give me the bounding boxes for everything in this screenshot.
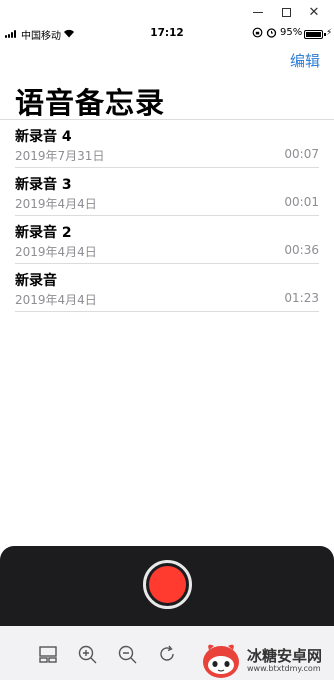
recording-duration: 01:23 bbox=[284, 291, 319, 305]
recordings-list: 新录音 4 2019年7月31日 00:07 新录音 3 2019年4月4日 0… bbox=[0, 120, 334, 312]
recording-date: 2019年4月4日 bbox=[15, 293, 97, 307]
recording-title: 新录音 3 bbox=[15, 177, 72, 193]
recording-duration: 00:36 bbox=[284, 243, 319, 257]
maximize-button[interactable] bbox=[276, 2, 296, 22]
maximize-icon bbox=[281, 7, 291, 17]
charging-icon: ⚡ bbox=[326, 28, 333, 38]
watermark-url: www.btxtdmy.com bbox=[247, 664, 321, 673]
record-icon bbox=[149, 566, 186, 603]
alarm-icon bbox=[266, 27, 277, 41]
recording-title: 新录音 bbox=[15, 273, 57, 289]
recording-date: 2019年7月31日 bbox=[15, 149, 105, 163]
recording-title: 新录音 4 bbox=[15, 129, 72, 145]
recording-row[interactable]: 新录音 3 2019年4月4日 00:01 bbox=[15, 168, 319, 216]
battery-icon bbox=[304, 30, 323, 39]
recording-date: 2019年4月4日 bbox=[15, 197, 97, 211]
battery-percent: 95% bbox=[280, 27, 303, 38]
zoom-out-icon[interactable] bbox=[116, 643, 138, 665]
record-button[interactable] bbox=[143, 560, 192, 609]
page-title: 语音备忘录 bbox=[15, 86, 166, 120]
minimize-button[interactable] bbox=[248, 2, 268, 22]
status-bar: 中国移动 17:12 95% ⚡ bbox=[0, 24, 334, 44]
recording-row[interactable]: 新录音 2019年4月4日 01:23 bbox=[15, 264, 319, 312]
record-panel bbox=[0, 546, 334, 626]
close-button[interactable]: ✕ bbox=[304, 2, 324, 22]
edit-button[interactable]: 编辑 bbox=[290, 50, 320, 71]
minimize-icon bbox=[253, 11, 263, 13]
recording-duration: 00:01 bbox=[284, 195, 319, 209]
zoom-in-icon[interactable] bbox=[76, 643, 98, 665]
layout-icon[interactable] bbox=[37, 643, 59, 665]
recording-title: 新录音 2 bbox=[15, 225, 72, 241]
recording-row[interactable]: 新录音 2 2019年4月4日 00:36 bbox=[15, 216, 319, 264]
recording-date: 2019年4月4日 bbox=[15, 245, 97, 259]
watermark: 冰糖安卓网 www.btxtdmy.com bbox=[200, 640, 334, 680]
recording-row[interactable]: 新录音 4 2019年7月31日 00:07 bbox=[15, 120, 319, 168]
recording-duration: 00:07 bbox=[284, 147, 319, 161]
rotate-icon[interactable] bbox=[156, 643, 178, 665]
rotation-lock-icon bbox=[252, 27, 263, 41]
watermark-logo-icon bbox=[203, 644, 239, 678]
window-titlebar: ✕ bbox=[0, 0, 334, 24]
watermark-text: 冰糖安卓网 bbox=[247, 647, 323, 665]
